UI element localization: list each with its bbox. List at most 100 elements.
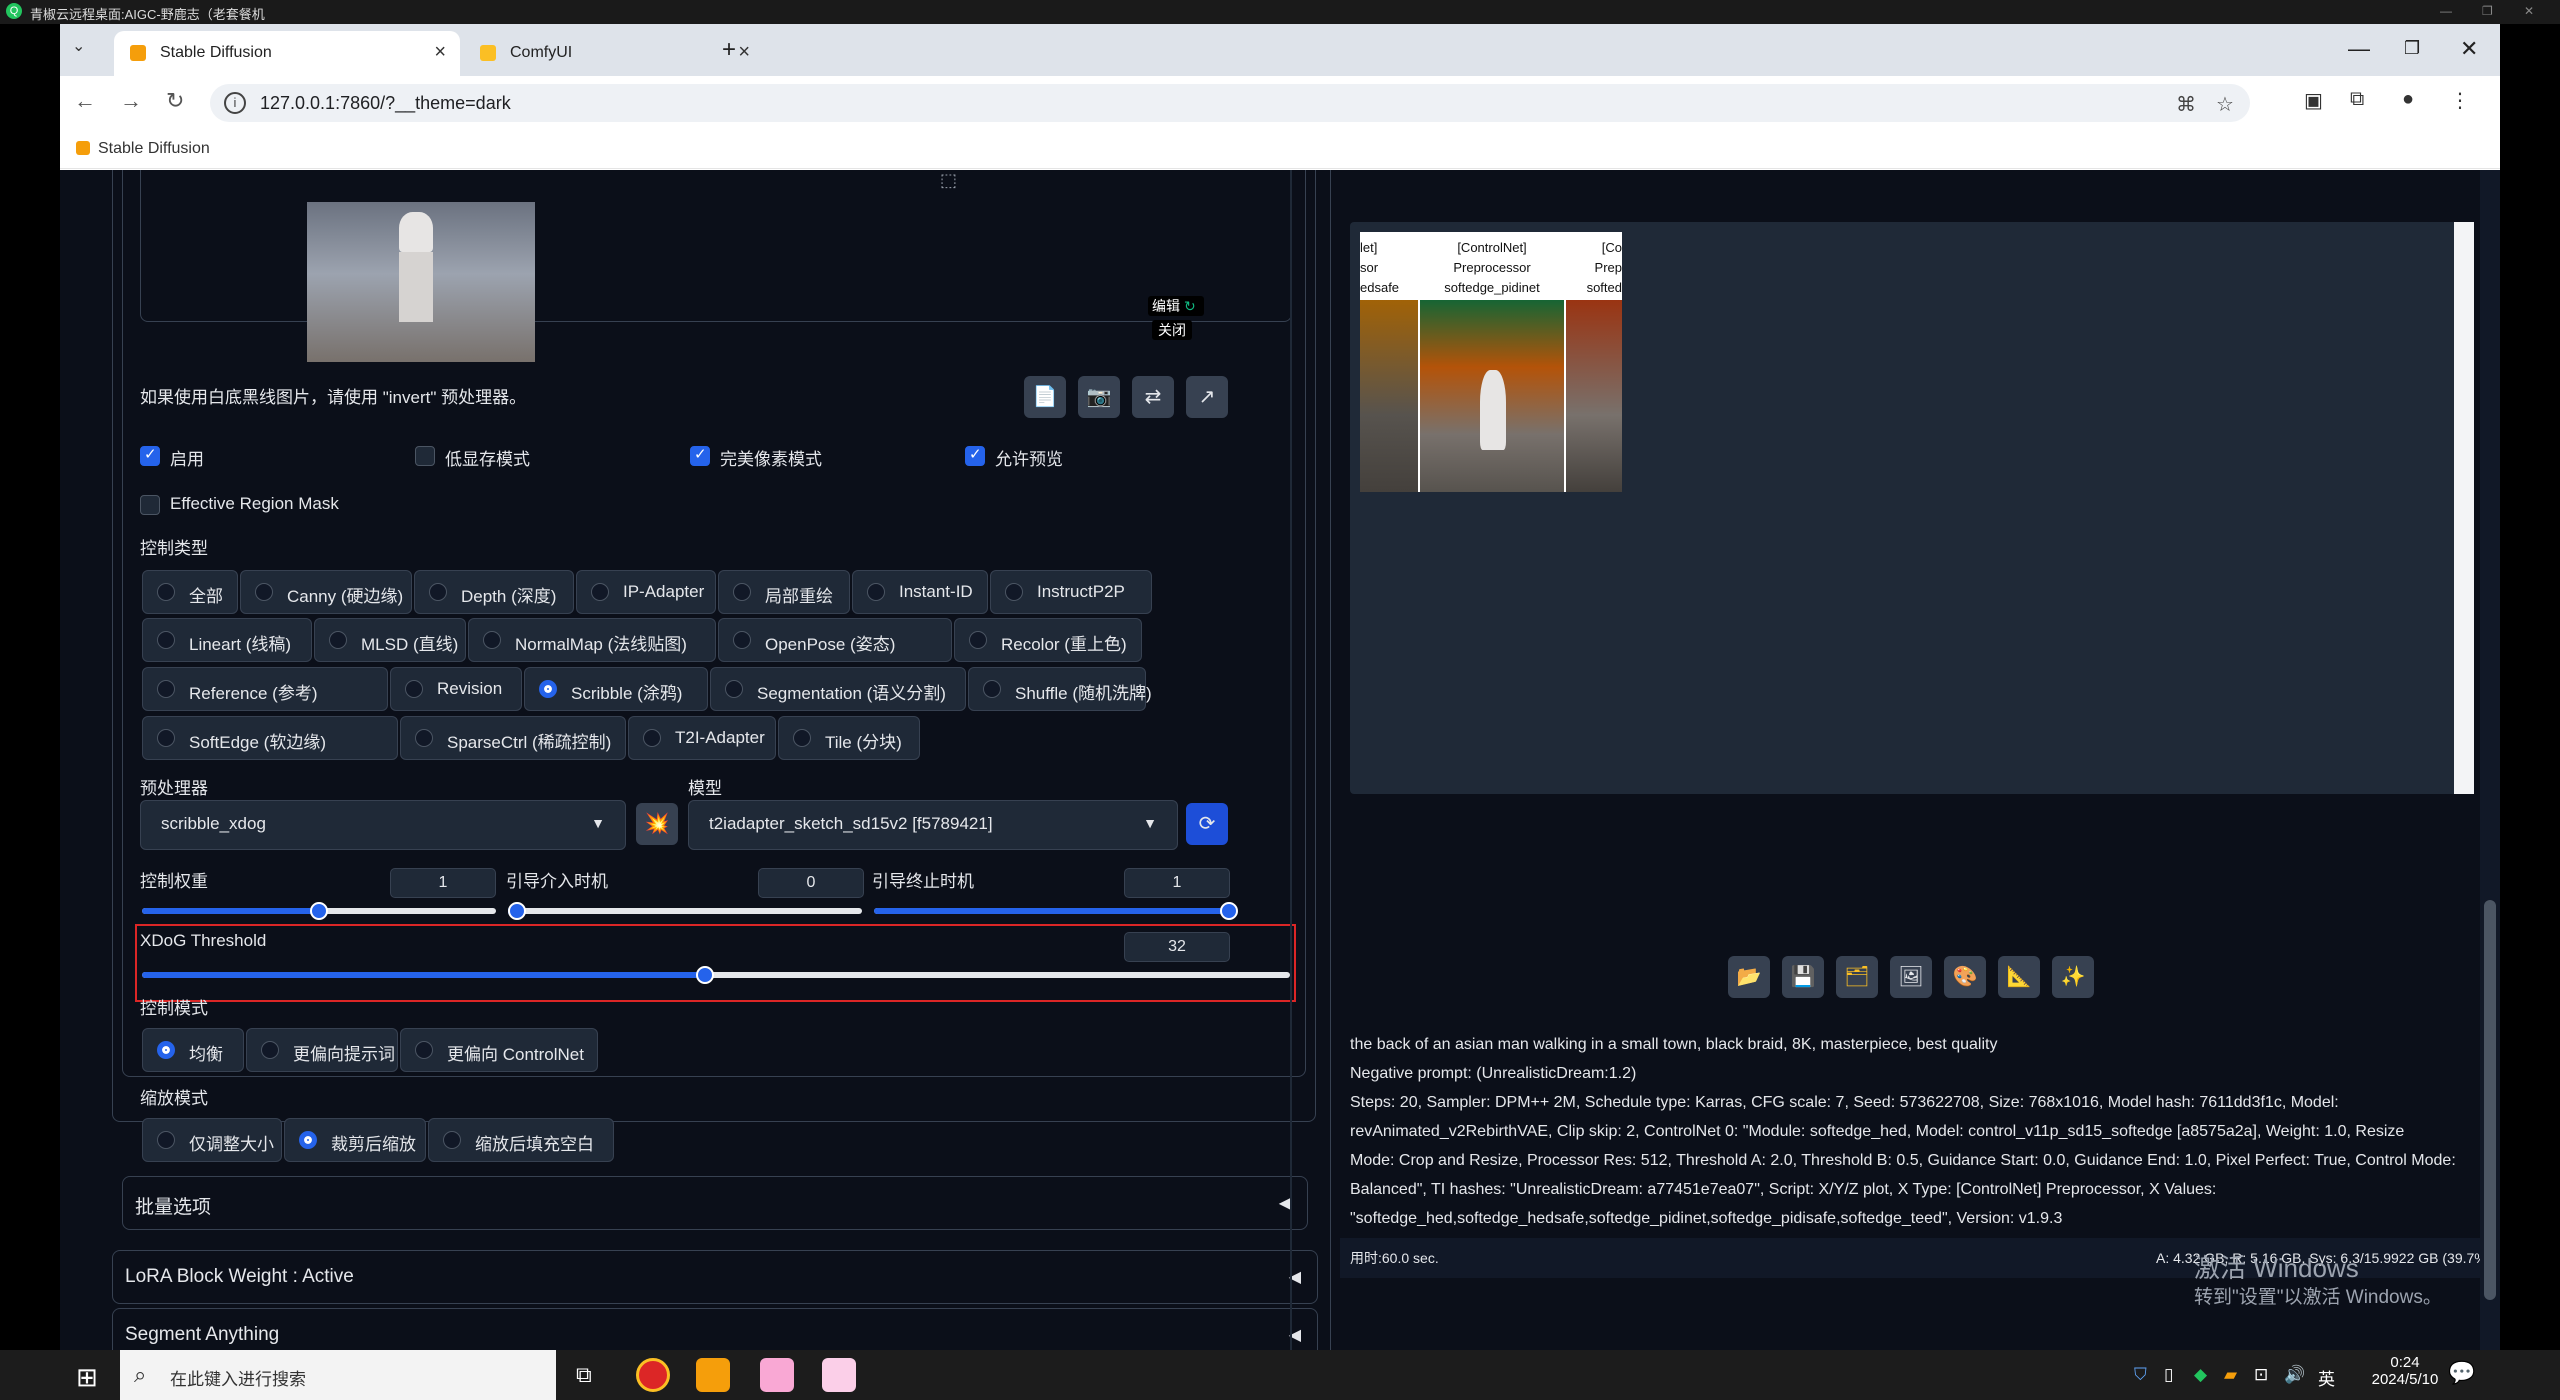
control-type-lineart[interactable]: Lineart (线稿) — [142, 618, 312, 662]
control-type-recolor[interactable]: Recolor (重上色) — [954, 618, 1142, 662]
app-avatar-icon[interactable] — [760, 1358, 794, 1392]
rd-minimize-icon[interactable]: — — [2440, 4, 2452, 18]
volume-icon[interactable]: 🔊 — [2284, 1365, 2305, 1385]
usb-icon[interactable]: ▯ — [2164, 1365, 2173, 1385]
control-type-normalmap[interactable]: NormalMap (法线贴图) — [468, 618, 716, 662]
tab-search-chevron-icon[interactable]: ⌄ — [72, 36, 85, 56]
allow-preview-checkbox[interactable] — [965, 445, 985, 466]
guidance-end-input[interactable]: 1 — [1124, 868, 1230, 898]
control-type-sparsectrl[interactable]: SparseCtrl (稀疏控制) — [400, 716, 626, 760]
gallery-scrollbar[interactable] — [2454, 222, 2474, 794]
url-text[interactable]: 127.0.0.1:7860/?__theme=dark — [260, 93, 511, 114]
control-type-softedge[interactable]: SoftEdge (软边缘) — [142, 716, 398, 760]
new-tab-icon[interactable]: + — [722, 36, 736, 64]
xdog-threshold-slider[interactable] — [142, 972, 1290, 978]
xdog-threshold-thumb[interactable] — [696, 966, 714, 984]
task-view-icon[interactable]: ⧉ — [576, 1362, 592, 1388]
control-type-tile[interactable]: Tile (分块) — [778, 716, 920, 760]
guidance-start-slider[interactable] — [508, 908, 862, 914]
send-to-controlnet-icon[interactable]: ✨ — [2052, 956, 2094, 998]
control-type-mlsd[interactable]: MLSD (直线) — [314, 618, 466, 662]
input-method-indicator[interactable]: 英 — [2318, 1365, 2335, 1390]
batch-options-accordion[interactable]: 批量选项 ◀ — [122, 1176, 1308, 1230]
address-bar[interactable]: i 127.0.0.1:7860/?__theme=dark ⌘ ☆ — [210, 84, 2250, 122]
control-weight-input[interactable]: 1 — [390, 868, 496, 898]
control-type-instant-id[interactable]: Instant-ID — [852, 570, 988, 614]
zip-icon[interactable]: 🗂 — [1836, 956, 1878, 998]
nvidia-icon[interactable]: ◆ — [2194, 1365, 2207, 1385]
control-type-revision[interactable]: Revision — [390, 667, 522, 711]
back-icon[interactable]: ← — [74, 88, 96, 114]
control-weight-thumb[interactable] — [310, 902, 328, 920]
mirror-webcam-button[interactable]: ⇄ — [1132, 376, 1174, 418]
control-type-ip-adapter[interactable]: IP-Adapter — [576, 570, 716, 614]
control-type-scribble[interactable]: Scribble (涂鸦) — [524, 667, 708, 711]
network-icon[interactable]: ⊡ — [2254, 1365, 2268, 1385]
lora-block-weight-accordion[interactable]: LoRA Block Weight : Active ◀ — [112, 1250, 1318, 1304]
minimize-icon[interactable]: — — [2348, 36, 2370, 62]
restore-icon[interactable]: ❐ — [2404, 38, 2420, 59]
translate-icon[interactable]: ⌘ — [2176, 92, 2196, 117]
site-info-icon[interactable]: i — [224, 92, 246, 114]
control-type-depth[interactable]: Depth (深度) — [414, 570, 574, 614]
windows-start-icon[interactable]: ⊞ — [76, 1362, 98, 1393]
webcam-button[interactable]: 📷 — [1078, 376, 1120, 418]
control-mode-balanced[interactable]: 均衡 — [142, 1028, 244, 1072]
resize-mode-resize-fill[interactable]: 缩放后填充空白 — [428, 1118, 614, 1162]
control-type-reference[interactable]: Reference (参考) — [142, 667, 388, 711]
send-to-extras-icon[interactable]: 📐 — [1998, 956, 2040, 998]
control-type-openpose[interactable]: OpenPose (姿态) — [718, 618, 952, 662]
control-type-canny[interactable]: Canny (硬边缘) — [240, 570, 412, 614]
app-avatar-2-icon[interactable] — [822, 1358, 856, 1392]
enable-checkbox[interactable] — [140, 445, 160, 466]
reload-icon[interactable]: ↻ — [166, 88, 184, 114]
guidance-end-thumb[interactable] — [1220, 902, 1238, 920]
edit-overlay-button[interactable]: 编辑 ↻ — [1148, 296, 1204, 316]
open-folder-icon[interactable]: 📂 — [1728, 956, 1770, 998]
save-icon[interactable]: 💾 — [1782, 956, 1824, 998]
folder-tray-icon[interactable]: ▰ — [2224, 1365, 2237, 1385]
close-window-icon[interactable]: ✕ — [2460, 36, 2478, 62]
defender-icon[interactable]: ⛉ — [2134, 1365, 2147, 1385]
rd-restore-icon[interactable]: ❐ — [2482, 4, 2493, 18]
pixel-perfect-checkbox[interactable] — [690, 445, 710, 466]
guidance-start-input[interactable]: 0 — [758, 868, 864, 898]
resize-mode-crop-resize[interactable]: 裁剪后缩放 — [284, 1118, 426, 1162]
effective-region-mask-checkbox[interactable] — [140, 495, 160, 515]
resize-mode-just-resize[interactable]: 仅调整大小 — [142, 1118, 282, 1162]
extensions-puzzle-icon[interactable]: ⧉ — [2350, 88, 2364, 111]
tab-stable-diffusion[interactable]: Stable Diffusion × — [114, 31, 460, 76]
clock[interactable]: 0:24 2024/5/10 — [2370, 1354, 2440, 1388]
send-to-inpaint-icon[interactable]: 🎨 — [1944, 956, 1986, 998]
page-scrollbar[interactable] — [2480, 170, 2500, 1350]
send-dimensions-button[interactable]: ↗ — [1186, 376, 1228, 418]
control-type-segmentation[interactable]: Segmentation (语义分割) — [710, 667, 966, 711]
rd-close-icon[interactable]: ✕ — [2524, 4, 2534, 18]
taskbar-search[interactable]: ⌕ 在此键入进行搜索 — [120, 1350, 556, 1400]
tab-comfyui[interactable]: ComfyUI × — [464, 31, 764, 76]
browser-menu-icon[interactable]: ⋮ — [2450, 88, 2470, 113]
refresh-models-button[interactable]: ⟳ — [1186, 803, 1228, 845]
control-type-instructp2p[interactable]: InstructP2P — [990, 570, 1152, 614]
control-type-t2i-adapter[interactable]: T2I-Adapter — [628, 716, 776, 760]
page-scrollbar-thumb[interactable] — [2484, 900, 2496, 1300]
close-overlay-button[interactable]: 关闭 — [1152, 320, 1192, 340]
extension-p-icon[interactable]: ▣ — [2304, 88, 2323, 113]
run-preprocessor-button[interactable]: 💥 — [636, 803, 678, 845]
guidance-start-thumb[interactable] — [508, 902, 526, 920]
file-explorer-icon[interactable] — [696, 1358, 730, 1392]
control-type-inpaint[interactable]: 局部重绘 — [718, 570, 850, 614]
bookmark-stable-diffusion[interactable]: Stable Diffusion — [76, 140, 210, 158]
close-tab-icon[interactable]: × — [738, 41, 750, 64]
control-type-all[interactable]: 全部 — [142, 570, 238, 614]
send-to-img2img-icon[interactable]: 🖼 — [1890, 956, 1932, 998]
chrome-app-icon[interactable] — [636, 1358, 670, 1392]
low-vram-checkbox[interactable] — [415, 446, 435, 466]
control-mode-controlnet[interactable]: 更偏向 ControlNet — [400, 1028, 598, 1072]
close-tab-icon[interactable]: × — [434, 41, 446, 64]
xdog-threshold-input[interactable]: 32 — [1124, 932, 1230, 962]
new-canvas-button[interactable]: 📄 — [1024, 376, 1066, 418]
notification-icon[interactable]: 💬 — [2448, 1360, 2475, 1386]
control-type-shuffle[interactable]: Shuffle (随机洗牌) — [968, 667, 1152, 711]
bookmark-star-icon[interactable]: ☆ — [2216, 92, 2234, 117]
